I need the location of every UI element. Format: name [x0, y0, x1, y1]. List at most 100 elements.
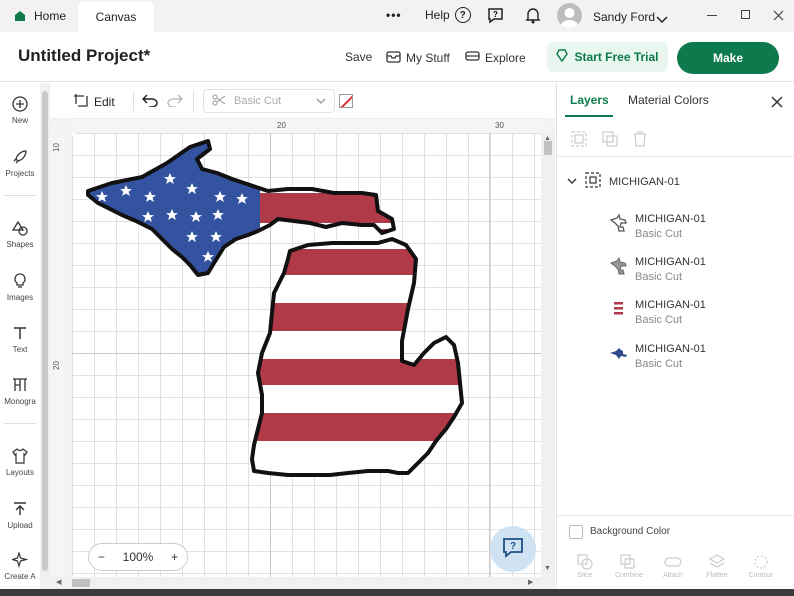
- rocket-icon: [11, 148, 29, 166]
- close-panel-icon[interactable]: [771, 95, 783, 113]
- help-button[interactable]: Help ?: [425, 7, 471, 23]
- chevron-down-icon[interactable]: [567, 176, 577, 188]
- background-color-row: Background Color: [557, 515, 794, 545]
- zoom-out-button[interactable]: −: [98, 550, 105, 564]
- canvas-vertical-scrollbar[interactable]: ▲ ▼: [541, 133, 555, 577]
- left-scroll-thumb[interactable]: [42, 91, 48, 571]
- tool-layouts[interactable]: Layouts: [0, 447, 40, 477]
- scroll-right-icon[interactable]: ▶: [528, 578, 533, 586]
- close-window-icon[interactable]: [773, 8, 784, 26]
- ruler-tick-label: 30: [495, 121, 504, 130]
- edit-icon: [74, 93, 88, 110]
- more-menu-button[interactable]: •••: [386, 8, 402, 22]
- michigan-flag-design[interactable]: [72, 133, 541, 577]
- minimize-icon[interactable]: [707, 15, 717, 16]
- color-swatch-none-icon[interactable]: [339, 94, 353, 108]
- explore-button[interactable]: Explore: [465, 50, 526, 65]
- ruler-tick-label: 20: [51, 361, 61, 370]
- zoom-control: − 100% +: [88, 543, 188, 571]
- tool-shapes[interactable]: Shapes: [0, 219, 40, 249]
- tool-new[interactable]: New: [0, 95, 40, 125]
- layers-panel: Layers Material Colors MICHIGAN-01 MICHI…: [556, 83, 794, 590]
- explore-label: Explore: [485, 50, 526, 65]
- layer-group-row[interactable]: MICHIGAN-01: [567, 172, 680, 191]
- tool-layouts-label: Layouts: [5, 468, 35, 477]
- tool-text-label: Text: [12, 345, 28, 354]
- ruler-tick-label: 10: [51, 143, 61, 152]
- tool-upload-label: Upload: [7, 521, 33, 530]
- layer-row[interactable]: MICHIGAN-01 Basic Cut: [557, 207, 794, 249]
- flatten-button[interactable]: Flatten: [697, 554, 737, 579]
- tool-create-ai[interactable]: Create A: [0, 551, 40, 581]
- tool-images[interactable]: Images: [0, 272, 40, 302]
- help-chat-button[interactable]: ?: [490, 526, 536, 572]
- tab-canvas[interactable]: Canvas: [78, 2, 154, 32]
- combine-label: Combine: [614, 572, 643, 579]
- canvas-grid[interactable]: [72, 133, 541, 577]
- vertical-scroll-thumb[interactable]: [544, 141, 552, 155]
- zoom-in-button[interactable]: +: [171, 550, 178, 564]
- tool-shapes-label: Shapes: [6, 240, 34, 249]
- avatar[interactable]: [557, 3, 582, 28]
- combine-button[interactable]: Combine: [609, 554, 649, 579]
- edit-bar: Edit Basic Cut: [50, 83, 555, 119]
- duplicate-icon[interactable]: [602, 131, 618, 152]
- background-color-label: Background Color: [590, 526, 671, 537]
- tool-create-label: Create A: [4, 572, 36, 581]
- contour-icon: [753, 554, 769, 572]
- text-icon: [11, 324, 29, 342]
- start-free-trial-button[interactable]: Start Free Trial: [547, 42, 668, 72]
- attach-icon: [664, 554, 682, 572]
- horizontal-scroll-thumb[interactable]: [72, 579, 90, 587]
- chevron-down-icon[interactable]: [656, 11, 668, 29]
- edit-button[interactable]: Edit: [74, 93, 115, 110]
- slice-button[interactable]: Slice: [565, 554, 605, 579]
- attach-button[interactable]: Attach: [653, 554, 693, 579]
- tool-upload[interactable]: Upload: [0, 500, 40, 530]
- svg-text:?: ?: [493, 10, 498, 19]
- tab-layers[interactable]: Layers: [570, 93, 609, 107]
- undo-icon[interactable]: [142, 94, 158, 112]
- app-header: Untitled Project* Save My Stuff Explore …: [0, 32, 794, 82]
- flatten-label: Flatten: [706, 572, 728, 579]
- layer-operation: Basic Cut: [635, 271, 683, 283]
- layer-name: MICHIGAN-01: [635, 256, 706, 268]
- tab-home[interactable]: Home: [0, 0, 78, 32]
- layer-row[interactable]: MICHIGAN-01 Basic Cut: [557, 337, 794, 379]
- tool-text[interactable]: Text: [0, 324, 40, 354]
- user-name[interactable]: Sandy Ford: [593, 10, 655, 24]
- make-button[interactable]: Make: [677, 42, 779, 74]
- my-stuff-button[interactable]: My Stuff: [386, 50, 450, 66]
- group-icon[interactable]: [571, 131, 587, 152]
- operation-select[interactable]: Basic Cut: [203, 89, 335, 113]
- scroll-down-icon[interactable]: ▼: [544, 565, 551, 572]
- scroll-left-icon[interactable]: ◀: [56, 578, 61, 586]
- bell-icon[interactable]: [525, 7, 541, 29]
- plus-circle-icon: [11, 95, 29, 113]
- tool-projects[interactable]: Projects: [0, 148, 40, 178]
- chat-help-icon[interactable]: ?: [487, 7, 504, 29]
- layer-tools: [557, 123, 794, 157]
- background-color-checkbox[interactable]: [569, 525, 583, 539]
- canvas-horizontal-scrollbar[interactable]: ◀ ▶: [50, 577, 555, 589]
- layer-row[interactable]: MICHIGAN-01 Basic Cut: [557, 293, 794, 335]
- design-canvas[interactable]: 20 30 10 20 ▲ ▼ ◀ ▶: [50, 119, 555, 589]
- tab-material-colors[interactable]: Material Colors: [628, 93, 709, 107]
- tool-projects-label: Projects: [5, 169, 35, 178]
- help-label: Help: [425, 8, 450, 22]
- save-button[interactable]: Save: [345, 50, 372, 64]
- trash-icon[interactable]: [633, 131, 647, 152]
- toolbar-divider: [4, 195, 36, 196]
- slice-icon: [577, 554, 593, 572]
- tool-monogram[interactable]: Monogra: [0, 376, 40, 406]
- layer-action-bar: Slice Combine Attach Flatten Contour: [557, 548, 794, 590]
- layer-row[interactable]: MICHIGAN-01 Basic Cut: [557, 250, 794, 292]
- left-toolbar-scrollbar[interactable]: [40, 83, 50, 590]
- home-icon: [14, 10, 26, 22]
- redo-icon[interactable]: [167, 94, 183, 112]
- tab-canvas-label: Canvas: [95, 10, 137, 24]
- maximize-icon[interactable]: [741, 10, 750, 19]
- trial-icon: [556, 49, 569, 65]
- project-title[interactable]: Untitled Project*: [18, 46, 150, 66]
- contour-button[interactable]: Contour: [741, 554, 781, 579]
